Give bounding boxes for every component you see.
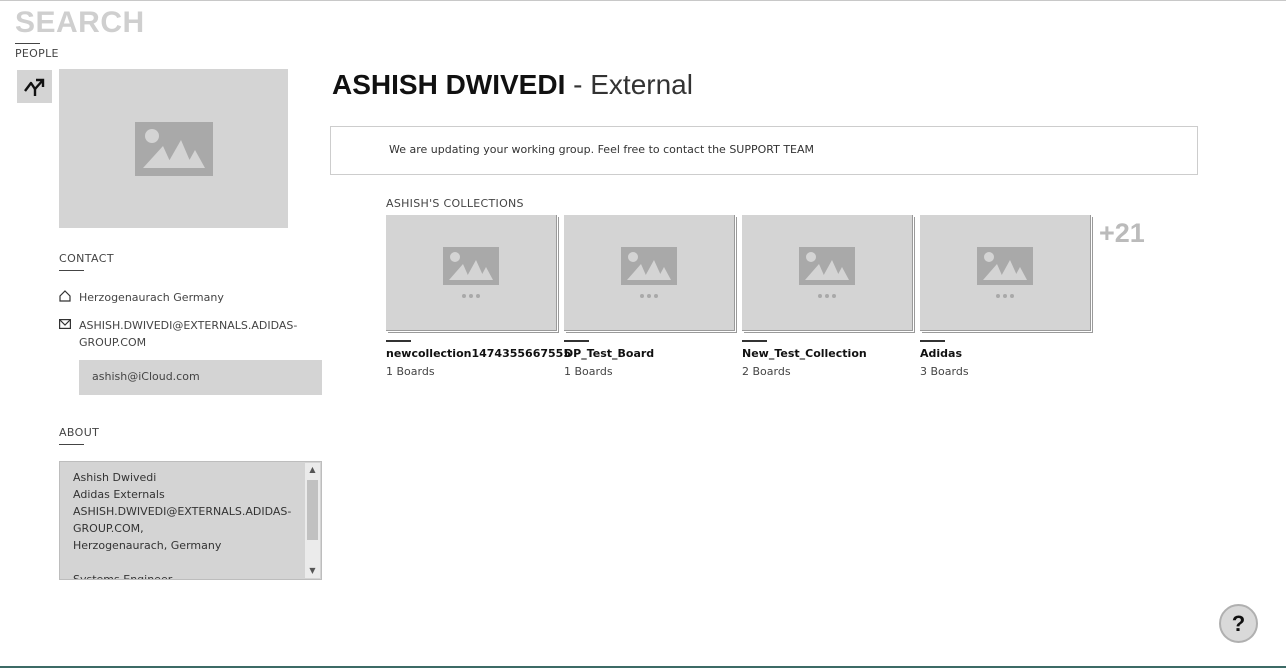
- collection-card[interactable]: New_Test_Collection 2 Boards: [742, 215, 917, 378]
- search-title: SEARCH: [15, 6, 145, 39]
- collections-heading: ASHISH'S COLLECTIONS: [386, 197, 524, 210]
- collection-name[interactable]: Adidas: [920, 347, 962, 360]
- people-label: PEOPLE: [15, 43, 59, 60]
- trending-toggle-button[interactable]: [17, 70, 52, 103]
- image-placeholder-icon: [621, 246, 677, 298]
- scroll-down-arrow-icon[interactable]: ▼: [305, 564, 320, 578]
- scroll-up-arrow-icon[interactable]: ▲: [305, 463, 320, 477]
- collection-card[interactable]: newcollection1474355667555 1 Boards: [386, 215, 571, 378]
- about-box[interactable]: Ashish Dwivedi Adidas Externals ASHISH.D…: [59, 461, 322, 580]
- top-divider: [0, 0, 1286, 1]
- collection-thumbnail: [920, 215, 1091, 331]
- image-placeholder-icon: [799, 246, 855, 298]
- profile-role: - External: [573, 69, 693, 100]
- scroll-thumb[interactable]: [307, 480, 318, 540]
- contact-label: CONTACT: [59, 252, 114, 271]
- email-row[interactable]: ASHISH.DWIVEDI@EXTERNALS.ADIDAS-GROUP.CO…: [59, 317, 309, 351]
- collection-name[interactable]: New_Test_Collection: [742, 347, 867, 360]
- notice-banner: We are updating your working group. Feel…: [330, 126, 1198, 175]
- collection-card[interactable]: DP_Test_Board 1 Boards: [564, 215, 739, 378]
- profile-name-text: ASHISH DWIVEDI: [332, 69, 566, 100]
- help-button[interactable]: ?: [1219, 604, 1258, 643]
- collection-name[interactable]: DP_Test_Board: [564, 347, 654, 360]
- collection-thumbnail: [386, 215, 557, 331]
- about-text: Ashish Dwivedi Adidas Externals ASHISH.D…: [73, 471, 292, 580]
- image-placeholder-icon: [977, 246, 1033, 298]
- trending-toggle-icon: [23, 78, 44, 96]
- more-collections-link[interactable]: +21: [1099, 218, 1145, 249]
- mail-icon: [59, 317, 79, 331]
- profile-avatar: [59, 69, 288, 228]
- collection-card[interactable]: Adidas 3 Boards: [920, 215, 1095, 378]
- alt-email-field[interactable]: ashish@iCloud.com: [79, 360, 322, 395]
- collection-count: 2 Boards: [742, 365, 791, 378]
- image-placeholder-icon: [134, 121, 213, 176]
- about-label: ABOUT: [59, 426, 100, 445]
- email-text[interactable]: ASHISH.DWIVEDI@EXTERNALS.ADIDAS-GROUP.CO…: [79, 317, 299, 351]
- bottom-divider: [0, 666, 1286, 668]
- home-icon: [59, 289, 79, 303]
- profile-name: ASHISH DWIVEDI - External: [332, 66, 693, 104]
- location-text: Herzogenaurach Germany: [79, 291, 224, 304]
- collection-thumbnail: [742, 215, 913, 331]
- collection-count: 1 Boards: [386, 365, 435, 378]
- location-row: Herzogenaurach Germany: [59, 289, 224, 306]
- about-scrollbar[interactable]: ▲ ▼: [305, 463, 320, 578]
- image-placeholder-icon: [443, 246, 499, 298]
- collection-thumbnail: [564, 215, 735, 331]
- collection-count: 3 Boards: [920, 365, 969, 378]
- collection-count: 1 Boards: [564, 365, 613, 378]
- collection-name[interactable]: newcollection1474355667555: [386, 347, 571, 360]
